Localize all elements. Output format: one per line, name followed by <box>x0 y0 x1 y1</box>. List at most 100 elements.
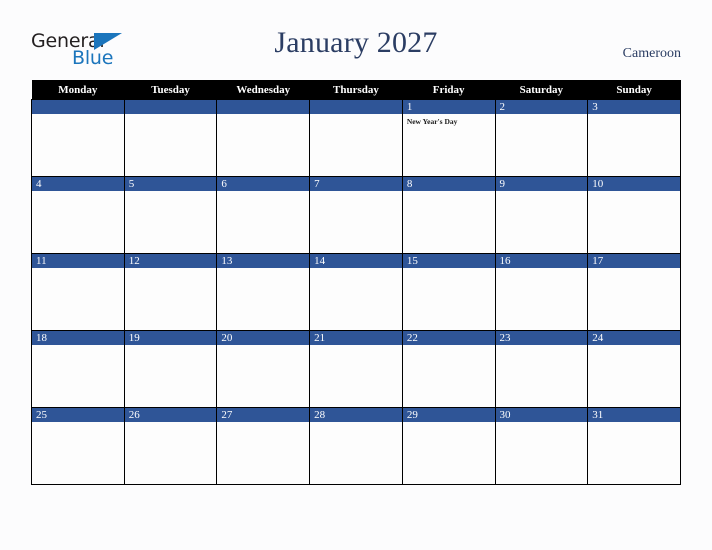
day-events <box>589 345 680 406</box>
weekday-header-wednesday: Wednesday <box>216 80 310 100</box>
day-number <box>32 100 124 114</box>
day-events <box>589 268 680 329</box>
day-number: 13 <box>217 254 309 268</box>
calendar-day-cell[interactable]: 17 <box>587 253 681 331</box>
calendar-day-cell[interactable]: 20 <box>216 330 311 408</box>
calendar-day-cell-empty <box>123 99 218 177</box>
day-events <box>218 268 309 329</box>
calendar-day-cell[interactable]: 23 <box>494 330 589 408</box>
day-number: 8 <box>403 177 495 191</box>
calendar-day-cell[interactable]: 24 <box>587 330 681 408</box>
day-events <box>311 422 402 483</box>
weekday-header-thursday: Thursday <box>309 80 403 100</box>
calendar-day-cell[interactable]: 3 <box>587 99 681 177</box>
calendar-day-cell[interactable]: 14 <box>309 253 403 331</box>
day-events <box>403 345 494 406</box>
day-events <box>403 191 494 252</box>
day-number: 23 <box>496 331 587 345</box>
day-events <box>125 345 216 406</box>
day-events <box>125 268 216 329</box>
day-number: 19 <box>125 331 216 345</box>
calendar-day-cell[interactable]: 21 <box>309 330 403 408</box>
calendar-day-cell[interactable]: 18 <box>31 330 125 408</box>
day-number: 12 <box>125 254 216 268</box>
day-events <box>32 345 123 406</box>
calendar-day-cell[interactable]: 19 <box>123 330 218 408</box>
day-events <box>496 114 587 175</box>
day-events <box>311 114 402 175</box>
day-number: 9 <box>496 177 587 191</box>
calendar-day-cell[interactable]: 27 <box>216 407 311 485</box>
day-events <box>218 345 309 406</box>
day-events <box>496 191 587 252</box>
day-events <box>32 114 123 175</box>
day-events <box>218 422 309 483</box>
day-number: 16 <box>496 254 587 268</box>
day-events <box>496 422 587 483</box>
day-number: 25 <box>32 408 124 422</box>
day-events <box>403 268 494 329</box>
day-number: 10 <box>588 177 680 191</box>
calendar-day-cell[interactable]: 11 <box>31 253 125 331</box>
calendar-week-row: 4 5 6 7 8 9 10 <box>31 176 681 254</box>
day-events <box>32 268 123 329</box>
calendar-day-cell[interactable]: 9 <box>494 176 589 254</box>
calendar-body: 1 New Year's Day 2 3 4 5 6 7 8 9 10 11 12 13 14 15 16 17 1… <box>31 99 681 485</box>
weekday-header-monday: Monday <box>31 80 125 100</box>
calendar-day-cell[interactable]: 26 <box>123 407 218 485</box>
calendar-day-cell[interactable]: 12 <box>123 253 218 331</box>
day-number: 6 <box>217 177 309 191</box>
calendar-day-cell-empty <box>309 99 403 177</box>
day-number: 24 <box>588 331 680 345</box>
calendar-week-row: 18 19 20 21 22 23 24 <box>31 330 681 408</box>
day-events <box>496 345 587 406</box>
day-number: 7 <box>310 177 402 191</box>
calendar-day-cell[interactable]: 8 <box>401 176 496 254</box>
day-number: 1 <box>403 100 495 114</box>
day-number: 20 <box>217 331 309 345</box>
weekday-header-friday: Friday <box>402 80 496 100</box>
calendar-day-cell[interactable]: 25 <box>31 407 125 485</box>
calendar-day-cell[interactable]: 22 <box>401 330 496 408</box>
holiday-event: New Year's Day <box>406 117 458 126</box>
calendar-day-cell[interactable]: 6 <box>216 176 311 254</box>
day-events <box>311 191 402 252</box>
calendar-day-cell[interactable]: 7 <box>309 176 403 254</box>
weekday-header-sunday: Sunday <box>587 80 681 100</box>
calendar-header: Monday Tuesday Wednesday Thursday Friday Satu… <box>31 80 681 100</box>
day-events <box>125 114 216 175</box>
day-events <box>32 191 123 252</box>
calendar-day-cell[interactable]: 10 <box>587 176 681 254</box>
day-events <box>32 422 123 483</box>
day-number: 15 <box>403 254 495 268</box>
calendar-day-cell[interactable]: 13 <box>216 253 311 331</box>
day-number: 11 <box>32 254 124 268</box>
calendar-day-cell-empty <box>31 99 125 177</box>
weekday-header-row: Monday Tuesday Wednesday Thursday Friday Satu… <box>31 80 681 100</box>
calendar-day-cell[interactable]: 2 <box>494 99 589 177</box>
day-number: 21 <box>310 331 402 345</box>
country-label: Cameroon <box>622 46 681 61</box>
calendar-day-cell[interactable]: 16 <box>494 253 589 331</box>
day-events <box>125 422 216 483</box>
day-number: 18 <box>32 331 124 345</box>
calendar-day-cell[interactable]: 1 New Year's Day <box>401 99 496 177</box>
day-number: 27 <box>217 408 309 422</box>
calendar-day-cell-empty <box>216 99 311 177</box>
day-number <box>217 100 309 114</box>
day-events <box>311 345 402 406</box>
calendar-day-cell[interactable]: 15 <box>401 253 496 331</box>
calendar-day-cell[interactable]: 30 <box>494 407 589 485</box>
day-events <box>403 422 494 483</box>
calendar-grid: Monday Tuesday Wednesday Thursday Friday Satu… <box>31 80 681 485</box>
calendar-day-cell[interactable]: 29 <box>401 407 496 485</box>
day-number <box>310 100 402 114</box>
calendar-day-cell[interactable]: 4 <box>31 176 125 254</box>
calendar-day-cell[interactable]: 5 <box>123 176 218 254</box>
calendar-day-cell[interactable]: 31 <box>587 407 681 485</box>
day-events <box>218 114 309 175</box>
page-title: January 2027 <box>274 26 438 59</box>
calendar-day-cell[interactable]: 28 <box>309 407 403 485</box>
weekday-header-saturday: Saturday <box>495 80 588 100</box>
day-events <box>589 422 680 483</box>
